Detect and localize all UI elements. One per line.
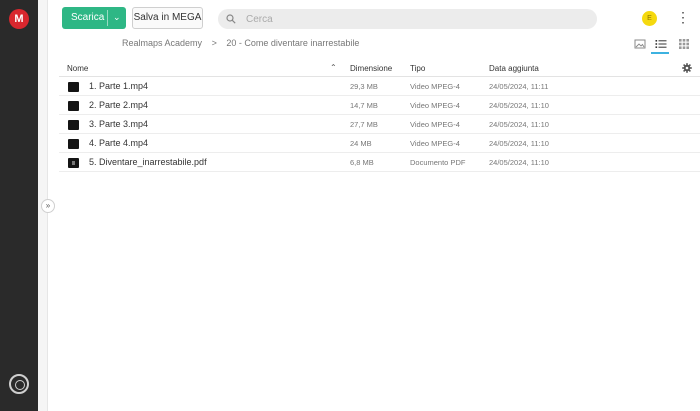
video-file-icon xyxy=(68,139,79,149)
breadcrumb-separator: > xyxy=(211,38,217,48)
table-row[interactable]: 4. Parte 4.mp4 24 MB Video MPEG-4 24/05/… xyxy=(59,134,700,153)
download-button-label: Scarica xyxy=(71,12,105,23)
column-header-type[interactable]: Tipo xyxy=(410,64,425,73)
transfer-icon[interactable] xyxy=(9,374,29,394)
file-date: 24/05/2024, 11:10 xyxy=(489,120,549,129)
breadcrumb-current: 20 - Come diventare inarrestabile xyxy=(226,38,360,48)
file-type: Video MPEG-4 xyxy=(410,82,460,91)
file-size: 6,8 MB xyxy=(350,158,374,167)
file-name: 5. Diventare_inarrestabile.pdf xyxy=(89,157,207,167)
save-to-mega-button[interactable]: Salva in MEGA xyxy=(132,7,203,29)
column-header-date[interactable]: Data aggiunta xyxy=(489,64,539,73)
table-header: Nome ⌃ Dimensione Tipo Data aggiunta xyxy=(59,59,700,77)
table-row[interactable]: 1. Parte 1.mp4 29,3 MB Video MPEG-4 24/0… xyxy=(59,77,700,96)
file-size: 14,7 MB xyxy=(350,101,378,110)
file-size: 24 MB xyxy=(350,139,372,148)
column-header-size[interactable]: Dimensione xyxy=(350,64,392,73)
search-bar[interactable] xyxy=(218,9,597,29)
left-rail: M xyxy=(0,0,38,411)
file-name: 2. Parte 2.mp4 xyxy=(89,100,149,110)
file-size: 29,3 MB xyxy=(350,82,378,91)
avatar[interactable]: E xyxy=(642,11,657,26)
search-input[interactable] xyxy=(246,12,576,26)
file-type: Video MPEG-4 xyxy=(410,139,460,148)
mega-logo[interactable]: M xyxy=(9,9,29,29)
file-date: 24/05/2024, 11:11 xyxy=(489,82,549,91)
file-date: 24/05/2024, 11:10 xyxy=(489,101,549,110)
grid-view-icon[interactable] xyxy=(677,37,691,51)
table-row[interactable]: 5. Diventare_inarrestabile.pdf 6,8 MB Do… xyxy=(59,153,700,172)
table-row[interactable]: 3. Parte 3.mp4 27,7 MB Video MPEG-4 24/0… xyxy=(59,115,700,134)
expand-sidebar-icon[interactable]: » xyxy=(41,199,55,213)
column-header-name[interactable]: Nome xyxy=(67,64,88,73)
video-file-icon xyxy=(68,82,79,92)
breadcrumb-root[interactable]: Realmaps Academy xyxy=(122,38,202,48)
thumbnail-view-icon[interactable] xyxy=(633,37,647,51)
active-view-indicator xyxy=(651,52,669,54)
file-size: 27,7 MB xyxy=(350,120,378,129)
breadcrumb: Realmaps Academy > 20 - Come diventare i… xyxy=(122,38,359,48)
video-file-icon xyxy=(68,101,79,111)
video-file-icon xyxy=(68,120,79,130)
file-type: Video MPEG-4 xyxy=(410,101,460,110)
app-window: M » Scarica ⌄ Salva in MEGA E ⋮ Realmaps… xyxy=(0,0,700,411)
file-name: 1. Parte 1.mp4 xyxy=(89,81,149,91)
file-type: Video MPEG-4 xyxy=(410,120,460,129)
download-button[interactable]: Scarica ⌄ xyxy=(62,7,126,29)
file-name: 4. Parte 4.mp4 xyxy=(89,138,149,148)
download-split-divider xyxy=(107,10,108,26)
more-options-icon[interactable]: ⋮ xyxy=(676,10,690,26)
gear-icon[interactable] xyxy=(682,63,692,73)
file-date: 24/05/2024, 11:10 xyxy=(489,139,549,148)
list-view-icon[interactable] xyxy=(654,37,668,51)
sort-ascending-icon[interactable]: ⌃ xyxy=(330,63,337,72)
file-date: 24/05/2024, 11:10 xyxy=(489,158,549,167)
chevron-down-icon[interactable]: ⌄ xyxy=(113,12,121,23)
table-row[interactable]: 2. Parte 2.mp4 14,7 MB Video MPEG-4 24/0… xyxy=(59,96,700,115)
file-type: Documento PDF xyxy=(410,158,466,167)
search-icon xyxy=(226,14,236,24)
pdf-file-icon xyxy=(68,158,79,168)
file-name: 3. Parte 3.mp4 xyxy=(89,119,149,129)
